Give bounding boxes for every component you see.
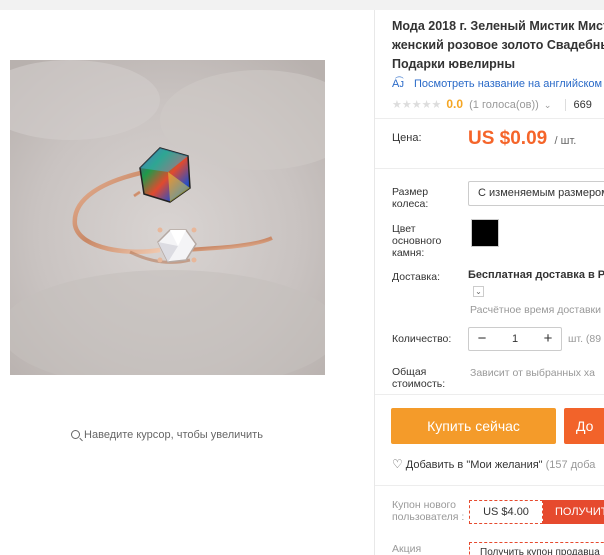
gallery-panel: Наведите курсор, чтобы увеличить (0, 10, 374, 555)
zoom-hint-text: Наведите курсор, чтобы увеличить (84, 429, 263, 441)
size-select[interactable]: С изменяемым размером (468, 181, 604, 206)
translate-link[interactable]: A͡ᴊ Посмотреть название на английском (392, 78, 602, 90)
price-amount: US $0.09 (468, 128, 548, 149)
top-bar (0, 0, 604, 10)
divider (375, 118, 604, 119)
wishlist-label: Добавить в "Мои желания" (405, 459, 543, 471)
product-info-panel: Мода 2018 г. Зеленый Мистик Мистик женск… (375, 10, 604, 555)
product-title-line: Подарки ювелирны (392, 57, 516, 71)
promo-label: Акция (392, 543, 422, 555)
orders-count: 669 (564, 99, 592, 111)
divider (375, 485, 604, 486)
wishlist-count: (157 доба (545, 459, 596, 471)
add-to-cart-button[interactable]: До (564, 408, 604, 444)
quantity-increase-button[interactable]: + (535, 328, 561, 350)
coupon-label: Купон нового пользователя : (392, 499, 465, 523)
rating-votes[interactable]: (1 голоса(ов)) (469, 99, 539, 111)
color-swatch-black[interactable] (471, 219, 499, 247)
divider (375, 394, 604, 395)
buy-now-button[interactable]: Купить сейчас (391, 408, 556, 444)
shipping-title: Бесплатная доставка в Р (468, 269, 604, 281)
total-hint: Зависит от выбранных ха (470, 367, 595, 379)
quantity-stepper: − 1 + (468, 327, 562, 351)
divider (375, 168, 604, 169)
shipping-label: Доставка: (392, 271, 441, 283)
quantity-label: Количество: (392, 333, 452, 345)
translate-icon: A͡ᴊ (392, 78, 404, 90)
product-image[interactable] (10, 60, 325, 375)
quantity-decrease-button[interactable]: − (469, 328, 495, 350)
total-label: Общая стоимость: (392, 366, 446, 390)
product-title: Мода 2018 г. Зеленый Мистик Мистик женск… (392, 17, 604, 74)
rating-stars: ★★★★★ (392, 99, 442, 111)
quantity-input[interactable]: 1 (495, 333, 535, 345)
price-label: Цена: (392, 132, 422, 144)
rating-row: ★★★★★ 0.0 (1 голоса(ов)) ⌄ 669 (392, 97, 592, 111)
heart-plus-icon: ♡ (392, 457, 403, 471)
product-title-line: Мода 2018 г. Зеленый Мистик Мистик (392, 19, 604, 33)
quantity-unit: шт. (89 (568, 333, 602, 345)
chevron-down-icon[interactable]: ⌄ (544, 100, 552, 110)
size-label: Размер колеса: (392, 186, 429, 210)
coupon-amount: US $4.00 (469, 500, 543, 524)
product-title-line: женский розовое золото Свадебные (392, 38, 604, 52)
rating-value: 0.0 (446, 97, 464, 111)
translate-link-text: Посмотреть название на английском (414, 78, 603, 90)
price-value: US $0.09 / шт. (468, 128, 576, 150)
chevron-down-icon[interactable]: ⌄ (473, 286, 484, 297)
magnifier-icon (71, 430, 81, 439)
promo-coupon-button[interactable]: Получить купон продавца (469, 542, 604, 555)
wishlist-link[interactable]: ♡ Добавить в "Мои желания" (157 доба (392, 457, 595, 471)
coupon-get-button[interactable]: ПОЛУЧИТЬ (543, 500, 604, 524)
stone-color-label: Цвет основного камня: (392, 223, 442, 259)
zoom-hint: Наведите курсор, чтобы увеличить (0, 429, 334, 441)
shipping-time: Расчётное время доставки (470, 304, 602, 316)
price-unit: / шт. (554, 135, 577, 147)
